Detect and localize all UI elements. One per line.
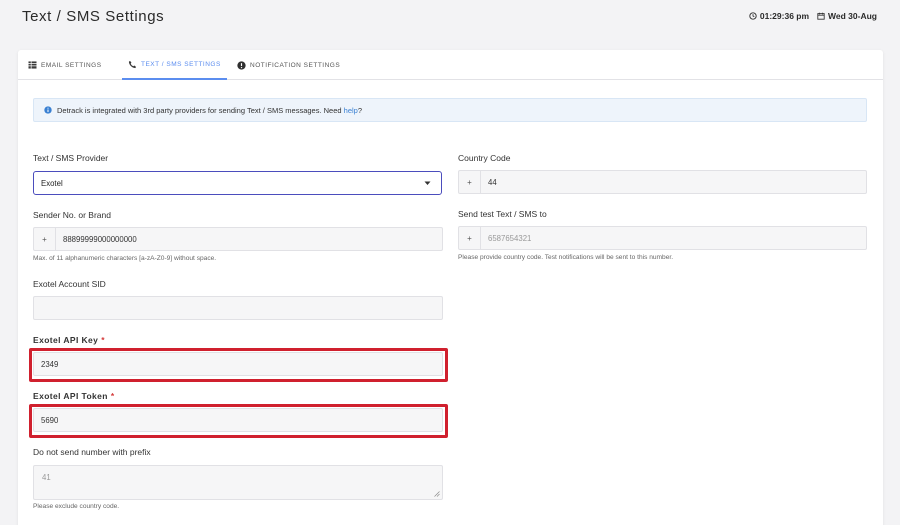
tab-notification-settings[interactable]: NOTIFICATION SETTINGS <box>237 50 340 80</box>
settings-card: EMAIL SETTINGS TEXT / SMS SETTINGS NOTIF… <box>18 50 883 525</box>
api-token-field[interactable]: 5690 <box>33 408 443 432</box>
tab-bar: EMAIL SETTINGS TEXT / SMS SETTINGS NOTIF… <box>18 50 883 80</box>
sender-help: Max. of 11 alphanumeric characters [a-zA… <box>33 255 217 262</box>
exclamation-circle-icon <box>237 60 246 70</box>
api-token-value: 5690 <box>41 415 59 425</box>
country-code-label: Country Code <box>458 153 511 163</box>
country-code-field[interactable]: + 44 <box>458 170 867 194</box>
api-key-field[interactable]: 2349 <box>33 352 443 376</box>
tab-notification-label: NOTIFICATION SETTINGS <box>250 61 341 69</box>
clock-icon <box>749 12 757 20</box>
sender-field[interactable]: + 88899999000000000 <box>33 227 443 251</box>
sender-value: 88899999000000000 <box>63 234 137 244</box>
sender-label: Sender No. or Brand <box>33 210 111 220</box>
provider-label: Text / SMS Provider <box>33 153 109 163</box>
country-code-prefix: + <box>459 171 481 193</box>
test-sms-label: Send test Text / SMS to <box>458 209 547 219</box>
sender-prefix: + <box>34 228 56 250</box>
provider-select[interactable]: Exotel <box>33 171 442 195</box>
sid-label: Exotel Account SID <box>33 279 106 289</box>
tab-email-label: EMAIL SETTINGS <box>41 61 102 69</box>
resize-handle-icon[interactable] <box>434 491 440 497</box>
prefix-label: Do not send number with prefix <box>33 447 151 457</box>
test-sms-help: Please provide country code. Test notifi… <box>458 254 674 261</box>
clock: 01:29:36 pm Wed 30-Aug <box>749 11 877 21</box>
test-sms-field[interactable]: + 6587654321 <box>458 226 867 250</box>
api-key-label: Exotel API Key * <box>33 335 105 345</box>
info-text: Detrack is integrated with 3rd party pro… <box>57 105 363 115</box>
sid-field[interactable] <box>33 296 443 320</box>
provider-value: Exotel <box>41 178 63 188</box>
date-display: Wed 30-Aug <box>817 11 877 21</box>
required-mark: * <box>101 335 105 345</box>
calendar-icon <box>817 12 825 20</box>
page-title: Text / SMS Settings <box>22 8 165 25</box>
info-icon <box>44 106 52 114</box>
required-mark: * <box>110 391 115 401</box>
caret-down-icon <box>424 181 431 185</box>
time-text: 01:29:36 pm <box>759 11 810 21</box>
help-link[interactable]: help <box>344 106 358 115</box>
prefix-placeholder: 41 <box>42 473 51 482</box>
prefix-textarea[interactable]: 41 <box>33 465 443 500</box>
top-bar: Text / SMS Settings 01:29:36 pm Wed 30-A… <box>0 0 900 40</box>
test-sms-prefix: + <box>459 227 481 249</box>
test-sms-placeholder: 6587654321 <box>488 233 532 243</box>
tab-sms-label: TEXT / SMS SETTINGS <box>141 60 221 68</box>
info-banner: Detrack is integrated with 3rd party pro… <box>33 98 867 122</box>
table-icon <box>28 61 37 69</box>
prefix-help: Please exclude country code. <box>33 503 120 510</box>
time-display: 01:29:36 pm <box>749 11 809 21</box>
api-token-label: Exotel API Token * <box>33 391 115 401</box>
tab-sms-settings[interactable]: TEXT / SMS SETTINGS <box>122 50 227 80</box>
date-text: Wed 30-Aug <box>828 11 877 21</box>
country-code-value: 44 <box>488 177 497 187</box>
tab-email-settings[interactable]: EMAIL SETTINGS <box>28 50 102 80</box>
api-key-value: 2349 <box>41 359 59 369</box>
phone-icon <box>128 60 137 68</box>
